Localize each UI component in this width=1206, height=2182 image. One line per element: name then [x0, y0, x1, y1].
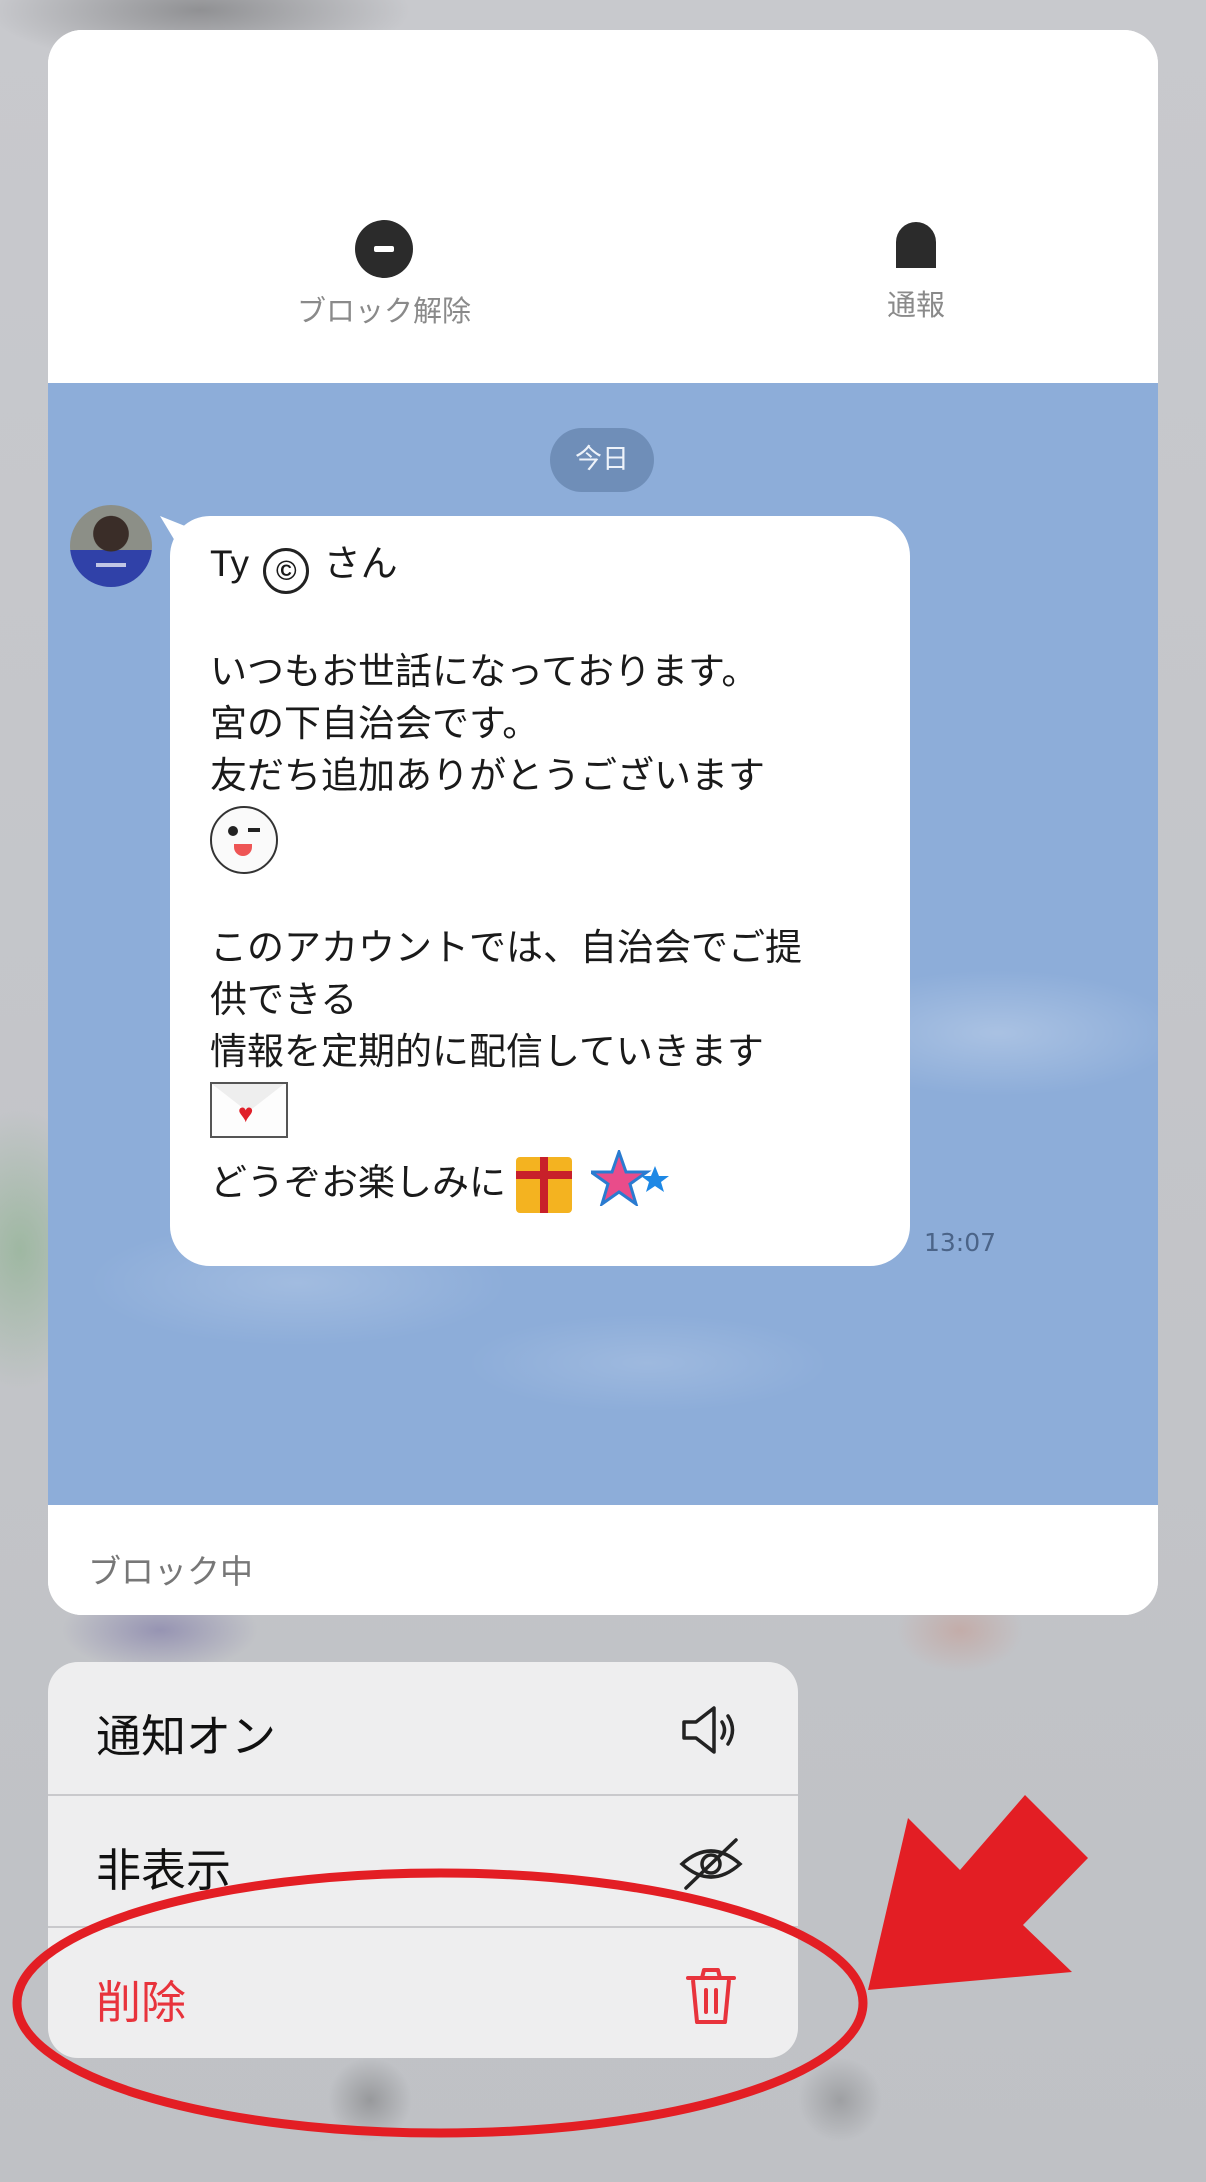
chat-area: 今日 Ty © さん いつもお世話になっております。 宮の下自治会です。 友だち… [48, 383, 1158, 1505]
unblock-label: ブロック解除 [296, 294, 471, 328]
report-icon [890, 220, 942, 272]
wink-face-emoji-icon [210, 806, 278, 874]
message-line: ♥ [210, 1078, 890, 1142]
preview-header: ブロック解除 通報 [48, 30, 1158, 383]
context-menu: 通知オン 非表示 削除 [48, 1662, 798, 2058]
date-separator: 今日 [550, 428, 654, 492]
unblock-button[interactable]: ブロック解除 [254, 220, 514, 330]
message-bubble[interactable]: Ty © さん いつもお世話になっております。 宮の下自治会です。 友だち追加あ… [170, 516, 910, 1266]
message-line: このアカウントでは、自治会でご提 [210, 927, 802, 968]
avatar[interactable] [70, 505, 152, 587]
menu-item-delete[interactable]: 削除 [48, 1928, 798, 2058]
menu-item-label: 削除 [96, 1977, 187, 2028]
message-text: Ty © さん いつもお世話になっております。 宮の下自治会です。 友だち追加あ… [210, 538, 890, 1220]
message-line [210, 594, 890, 646]
menu-item-label: 通知オン [96, 1711, 277, 1762]
trash-icon [678, 1966, 744, 2026]
gift-emoji-icon [516, 1157, 573, 1213]
message-line: 友だち追加ありがとうございます [210, 755, 765, 796]
message-line: 供できる [210, 979, 358, 1020]
message-line [210, 802, 890, 878]
love-letter-emoji-icon: ♥ [210, 1082, 288, 1138]
menu-item-hide[interactable]: 非表示 [48, 1796, 798, 1928]
message-line: どうぞお楽しみに [210, 1147, 890, 1220]
report-button[interactable]: 通報 [786, 220, 1046, 324]
chat-preview-card: ブロック解除 通報 今日 Ty © さん いつもお世話になっております。 宮の下… [48, 30, 1158, 1615]
star-emoji-icon [585, 1147, 671, 1220]
message-line [210, 878, 890, 922]
menu-item-label: 非表示 [96, 1845, 232, 1896]
block-status-text: ブロック中 [88, 1552, 253, 1591]
message-line: Ty © さん [210, 538, 890, 594]
message-time: 13:07 [924, 1228, 997, 1257]
speaker-icon [678, 1700, 744, 1760]
menu-item-notifications-on[interactable]: 通知オン [48, 1662, 798, 1794]
minus-circle-icon [355, 220, 413, 278]
circled-c-icon: © [263, 548, 310, 594]
message-line: 宮の下自治会です。 [210, 703, 540, 744]
eye-off-icon [678, 1834, 744, 1894]
block-status-bar: ブロック中 [48, 1505, 1158, 1615]
message-line: 情報を定期的に配信していきます [210, 1031, 764, 1072]
report-label: 通報 [886, 288, 945, 322]
message-line: いつもお世話になっております。 [210, 651, 759, 692]
